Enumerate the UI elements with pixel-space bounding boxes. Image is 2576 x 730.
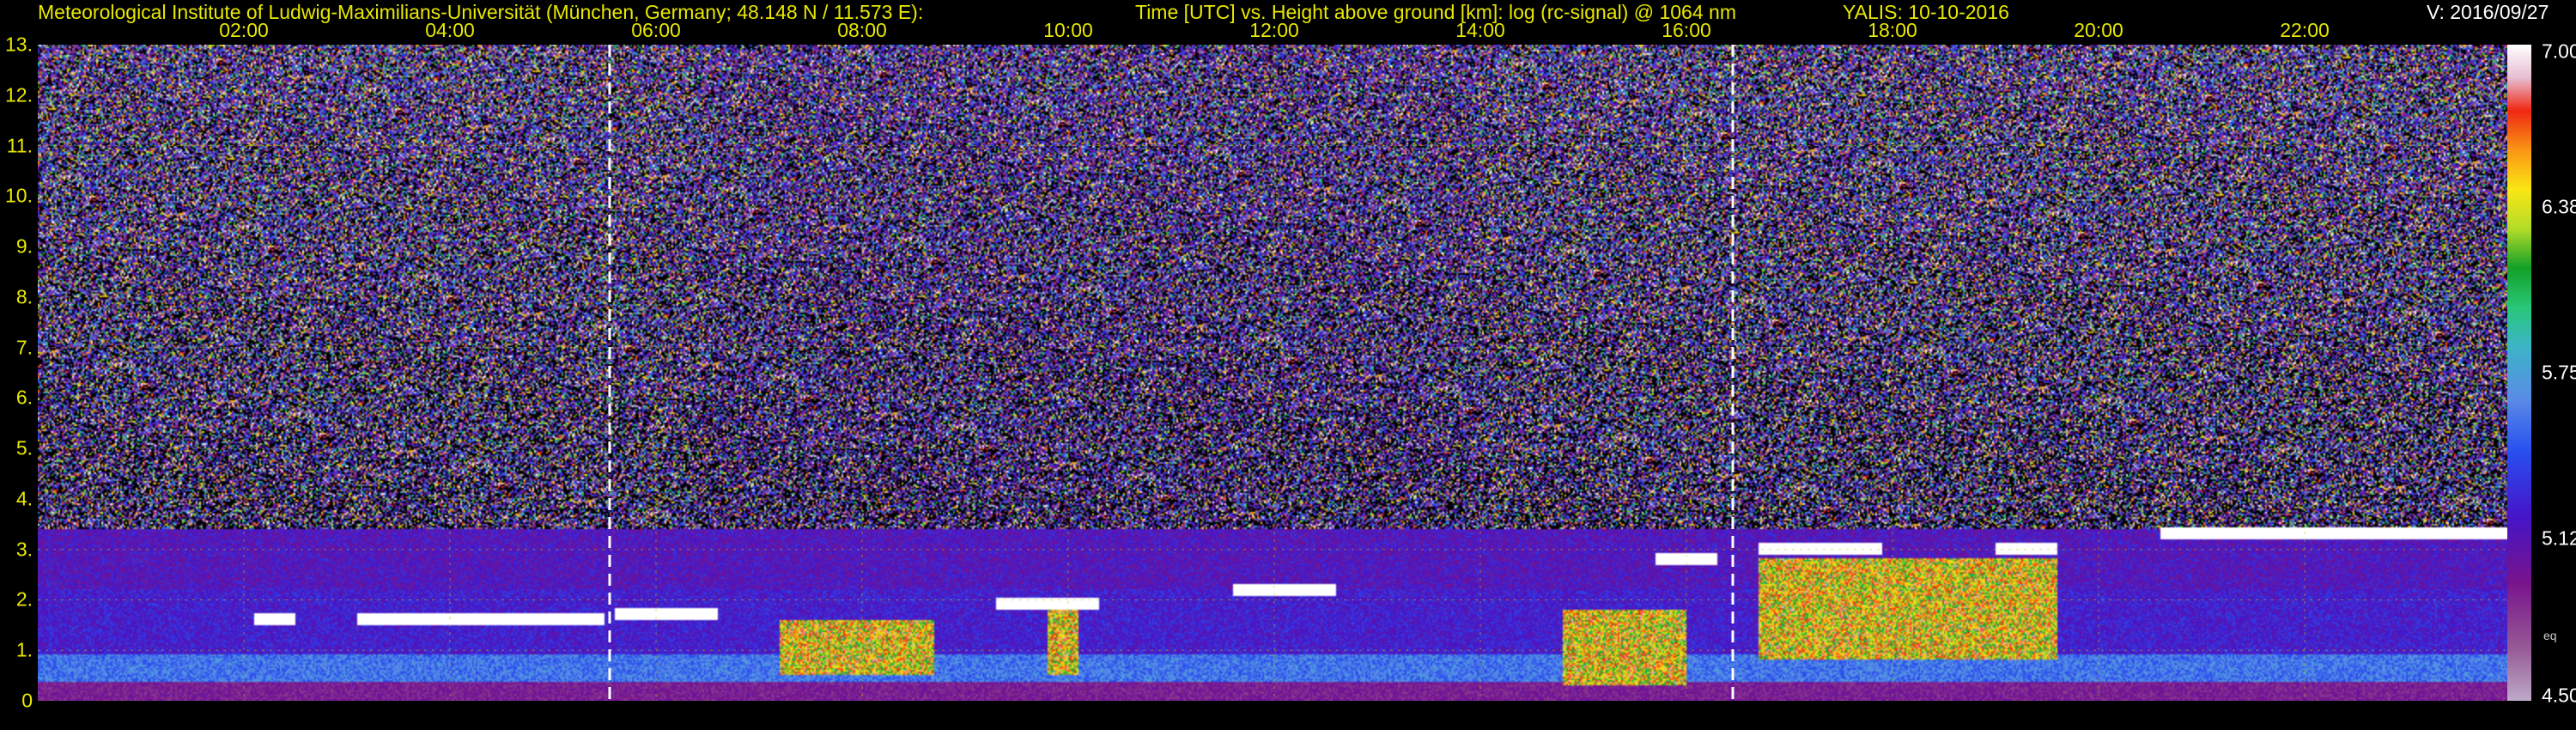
y-tick-label: 10. — [5, 184, 33, 207]
colorbar-tick-label: 5.75 — [2542, 361, 2576, 384]
y-tick-label: 9. — [15, 234, 33, 258]
header-version: V: 2016/09/27 — [2427, 1, 2549, 23]
y-tick-label: 7. — [15, 336, 33, 359]
y-tick-label: 12. — [5, 83, 33, 106]
colorbar-tick-label: 4.50 — [2542, 684, 2576, 707]
y-tick-label: 13. — [5, 33, 33, 56]
colorbar — [2507, 45, 2531, 701]
y-tick-label: 3. — [15, 538, 33, 561]
colorbar-unit: eq — [2543, 629, 2557, 642]
colorbar-tick-label: 5.12 — [2542, 526, 2576, 550]
colorbar-tick-label: 6.38 — [2542, 195, 2576, 218]
y-tick-label: 2. — [15, 587, 33, 611]
plot-overlay — [38, 45, 2511, 701]
x-tick-label-top: 10:00 — [1043, 19, 1093, 41]
x-tick-label-top: 08:00 — [837, 19, 887, 41]
x-tick-label-top: 16:00 — [1662, 19, 1711, 41]
y-tick-label: 0 — [21, 689, 33, 712]
header-plot-title: Time [UTC] vs. Height above ground [km]:… — [1135, 1, 1736, 23]
x-tick-label-top: 22:00 — [2280, 19, 2330, 41]
y-tick-label: 11. — [6, 134, 33, 157]
y-tick-label: 1. — [15, 638, 33, 661]
x-tick-label-top: 20:00 — [2074, 19, 2123, 41]
y-tick-label: 4. — [15, 487, 33, 510]
x-tick-label-top: 12:00 — [1249, 19, 1299, 41]
x-tick-label-top: 14:00 — [1455, 19, 1505, 41]
x-tick-label-top: 02:00 — [219, 19, 269, 41]
x-tick-label-top: 06:00 — [631, 19, 681, 41]
x-tick-label-top: 04:00 — [425, 19, 475, 41]
x-tick-label-top: 18:00 — [1868, 19, 1917, 41]
y-tick-label: 6. — [15, 386, 33, 409]
colorbar-tick-label: 7.00 — [2542, 40, 2576, 63]
y-tick-label: 8. — [15, 285, 33, 308]
header-institute: Meteorological Institute of Ludwig-Maxim… — [38, 1, 924, 23]
y-tick-label: 5. — [15, 436, 33, 459]
